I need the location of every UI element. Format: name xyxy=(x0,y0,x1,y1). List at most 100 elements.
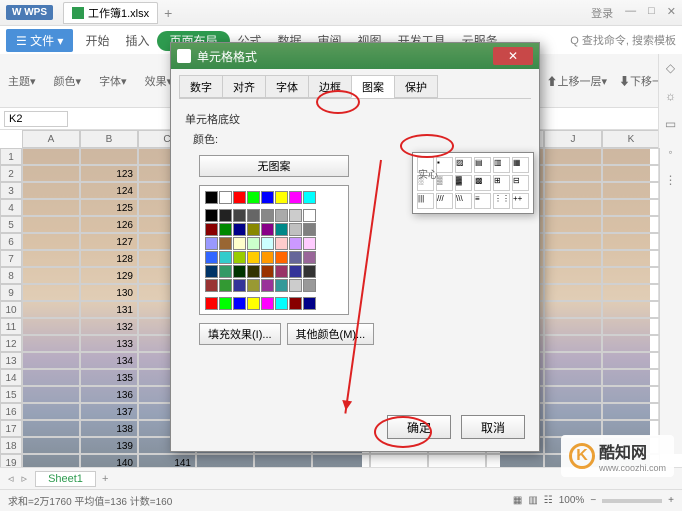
login-link[interactable]: 登录 xyxy=(591,5,613,21)
cell[interactable]: 126 xyxy=(80,216,138,233)
color-swatch[interactable] xyxy=(233,297,246,310)
add-sheet-icon[interactable]: + xyxy=(102,473,108,485)
menu-item[interactable]: 插入 xyxy=(117,31,157,51)
cell[interactable] xyxy=(22,318,80,335)
cell[interactable] xyxy=(544,233,602,250)
cell[interactable] xyxy=(602,182,660,199)
color-swatch[interactable] xyxy=(275,251,288,264)
color-swatch[interactable] xyxy=(303,251,316,264)
row-header[interactable]: 13 xyxy=(0,352,22,369)
minimize-icon[interactable]: — xyxy=(625,5,636,21)
color-swatch[interactable] xyxy=(275,279,288,292)
col-header[interactable]: J xyxy=(544,130,602,148)
color-swatch[interactable] xyxy=(205,297,218,310)
prev-sheet-icon[interactable]: ◃ xyxy=(8,472,14,485)
color-swatch[interactable] xyxy=(289,251,302,264)
cell[interactable]: 132 xyxy=(80,318,138,335)
cancel-button[interactable]: 取消 xyxy=(461,415,525,439)
color-swatch[interactable] xyxy=(205,191,218,204)
cell[interactable] xyxy=(428,454,486,467)
row-header[interactable]: 2 xyxy=(0,165,22,182)
pattern-option[interactable]: ≡ xyxy=(474,193,491,209)
color-swatch[interactable] xyxy=(219,265,232,278)
color-swatch[interactable] xyxy=(219,297,232,310)
no-pattern-button[interactable]: 无图案 xyxy=(199,155,349,177)
color-swatch[interactable] xyxy=(247,297,260,310)
color-swatch[interactable] xyxy=(303,223,316,236)
dialog-tab[interactable]: 图案 xyxy=(351,75,395,98)
color-swatch[interactable] xyxy=(205,265,218,278)
color-swatch[interactable] xyxy=(275,223,288,236)
cell[interactable] xyxy=(22,420,80,437)
pattern-option[interactable]: ⋮⋮ xyxy=(493,193,510,209)
color-swatch[interactable] xyxy=(303,237,316,250)
pattern-option[interactable]: ▨ xyxy=(455,157,472,173)
color-swatch[interactable] xyxy=(219,237,232,250)
cell[interactable] xyxy=(22,182,80,199)
pattern-option[interactable]: \\\ xyxy=(455,193,472,209)
cell[interactable] xyxy=(544,250,602,267)
cell[interactable] xyxy=(602,369,660,386)
cell[interactable] xyxy=(22,335,80,352)
cell[interactable] xyxy=(602,216,660,233)
menu-item[interactable]: 开始 xyxy=(77,31,117,51)
cell[interactable]: 137 xyxy=(80,403,138,420)
cell[interactable] xyxy=(544,352,602,369)
row-header[interactable]: 16 xyxy=(0,403,22,420)
cell[interactable]: 130 xyxy=(80,284,138,301)
row-header[interactable]: 11 xyxy=(0,318,22,335)
row-header[interactable]: 18 xyxy=(0,437,22,454)
side-icon[interactable]: ▭ xyxy=(659,110,682,138)
row-header[interactable]: 15 xyxy=(0,386,22,403)
color-swatch[interactable] xyxy=(261,297,274,310)
color-swatch[interactable] xyxy=(303,191,316,204)
color-swatch[interactable] xyxy=(247,237,260,250)
font-button[interactable]: 字体▾ xyxy=(99,73,127,89)
cell[interactable] xyxy=(312,454,370,467)
row-header[interactable]: 3 xyxy=(0,182,22,199)
dialog-close-button[interactable]: ✕ xyxy=(493,47,533,65)
cell[interactable] xyxy=(544,301,602,318)
color-swatch[interactable] xyxy=(261,265,274,278)
color-swatch[interactable] xyxy=(247,251,260,264)
color-swatch[interactable] xyxy=(289,279,302,292)
color-swatch[interactable] xyxy=(233,279,246,292)
zoom-slider[interactable] xyxy=(602,499,662,503)
color-swatch[interactable] xyxy=(247,223,260,236)
dialog-tab[interactable]: 保护 xyxy=(394,75,438,98)
cell[interactable] xyxy=(544,182,602,199)
color-swatch[interactable] xyxy=(303,297,316,310)
pattern-option[interactable]: ▥ xyxy=(493,157,510,173)
color-swatch[interactable] xyxy=(205,237,218,250)
maximize-icon[interactable]: □ xyxy=(648,5,655,21)
cell[interactable] xyxy=(22,250,80,267)
row-header[interactable]: 14 xyxy=(0,369,22,386)
color-swatch[interactable] xyxy=(233,223,246,236)
cell[interactable]: 129 xyxy=(80,267,138,284)
color-swatch[interactable] xyxy=(289,209,302,222)
color-button[interactable]: 颜色▾ xyxy=(54,73,82,89)
effect-button[interactable]: 效果▾ xyxy=(145,73,173,89)
cell[interactable] xyxy=(544,148,602,165)
row-header[interactable]: 5 xyxy=(0,216,22,233)
cell[interactable]: 134 xyxy=(80,352,138,369)
color-swatch[interactable] xyxy=(219,223,232,236)
pattern-option[interactable]: ++ xyxy=(512,193,529,209)
cell[interactable] xyxy=(544,284,602,301)
next-sheet-icon[interactable]: ▹ xyxy=(22,472,28,485)
color-swatch[interactable] xyxy=(219,191,232,204)
side-icon[interactable]: ☼ xyxy=(659,82,682,110)
color-swatch[interactable] xyxy=(261,237,274,250)
col-header[interactable]: B xyxy=(80,130,138,148)
color-swatch[interactable] xyxy=(205,223,218,236)
color-swatch[interactable] xyxy=(205,279,218,292)
cell[interactable] xyxy=(602,386,660,403)
view-pagebreak-icon[interactable]: ☷ xyxy=(544,495,553,506)
pattern-option[interactable]: ▓ xyxy=(455,175,472,191)
dialog-tab[interactable]: 字体 xyxy=(265,75,309,98)
color-swatch[interactable] xyxy=(247,279,260,292)
color-swatch[interactable] xyxy=(275,237,288,250)
pattern-option[interactable]: ▤ xyxy=(474,157,491,173)
side-icon[interactable]: ◦ xyxy=(659,138,682,166)
color-swatch[interactable] xyxy=(303,209,316,222)
